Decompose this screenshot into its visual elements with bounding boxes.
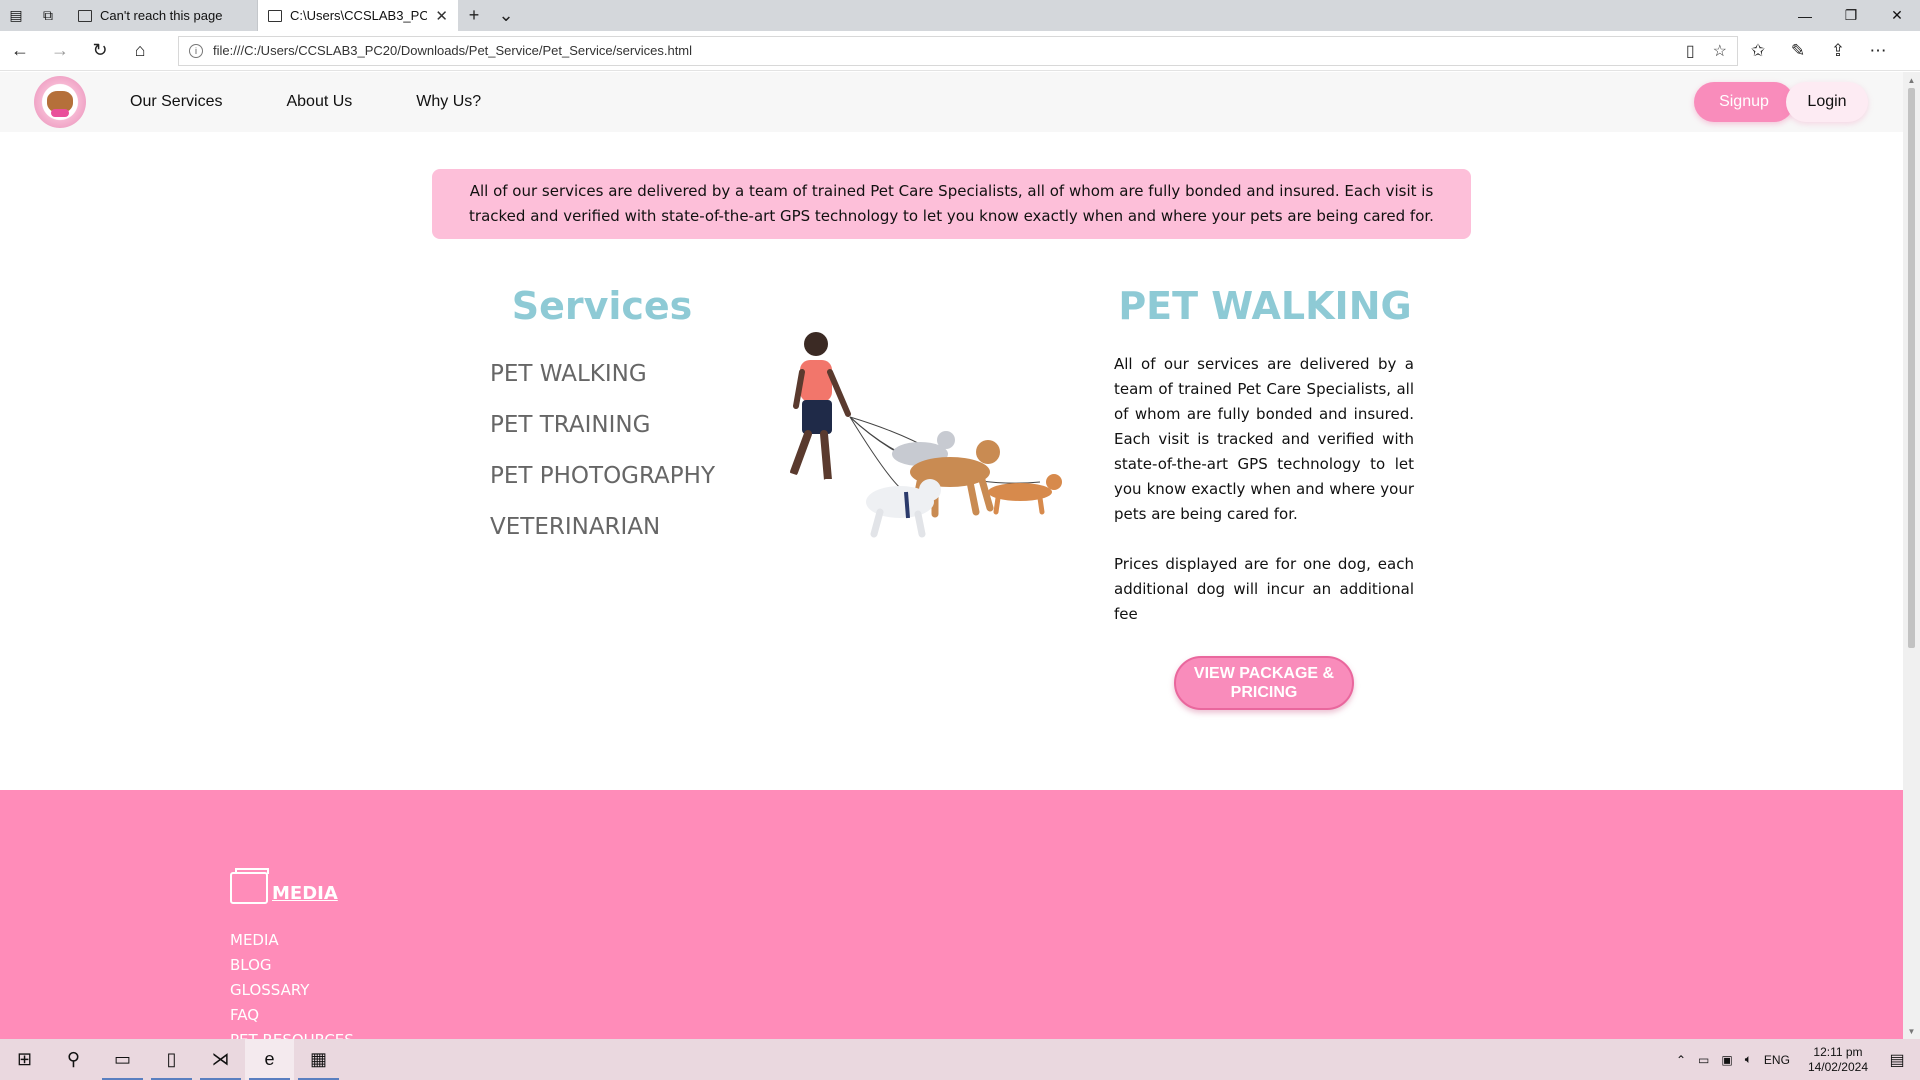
home-button[interactable]: ⌂ [120, 31, 160, 71]
favorite-star-icon[interactable]: ☆ [1713, 41, 1727, 61]
system-tray: ⌃ ▭ ▣ 🔈︎ ENG 12:11 pm 14/02/2024 ▤ [1676, 1039, 1920, 1080]
main-nav: Our Services About Us Why Us? [130, 72, 481, 132]
close-tab-icon[interactable]: ✕ [435, 7, 448, 25]
browser-tab-error[interactable]: Can't reach this page [68, 0, 258, 31]
tab-title: Can't reach this page [100, 8, 223, 23]
page-icon [78, 9, 92, 22]
tab-title: C:\Users\CCSLAB3_PC20 [290, 8, 428, 23]
services-heading: Services [511, 284, 693, 328]
set-tabs-aside-icon[interactable]: ⧉ [32, 0, 64, 31]
vscode-icon[interactable]: ⋊ [196, 1039, 245, 1080]
scroll-down-arrow-icon[interactable]: ▼ [1903, 1023, 1920, 1039]
window-controls: — ❐ ✕ [1782, 0, 1920, 31]
view-package-pricing-button[interactable]: VIEW PACKAGE & PRICING [1174, 656, 1354, 710]
restore-button[interactable]: ❐ [1828, 0, 1874, 31]
reading-view-icon[interactable]: ▯ [1686, 41, 1695, 61]
notification-center-icon[interactable]: ▤ [1880, 1039, 1914, 1080]
footer-link-media[interactable]: MEDIA [230, 928, 354, 953]
site-logo[interactable] [34, 76, 86, 128]
browser-tab-services[interactable]: C:\Users\CCSLAB3_PC20 ✕ [258, 0, 458, 31]
info-icon[interactable]: i [189, 43, 203, 58]
browser-tab-strip: ▤ ⧉ Can't reach this page C:\Users\CCSLA… [0, 0, 1920, 31]
service-list: PET WALKING PET TRAINING PET PHOTOGRAPHY… [490, 360, 715, 564]
service-detail-heading: PET WALKING [1118, 284, 1412, 328]
scrollbar-thumb[interactable] [1908, 88, 1915, 648]
show-hidden-icons-icon[interactable]: ⌃ [1676, 1053, 1686, 1067]
web-page: Our Services About Us Why Us? Signup Log… [0, 72, 1903, 1039]
footer-link-pet-resources[interactable]: PET RESOURCES [230, 1028, 354, 1039]
security-icon[interactable]: ▣ [1721, 1053, 1732, 1067]
favorites-icon[interactable]: ✩ [1738, 31, 1778, 71]
search-icon[interactable]: ⚲ [49, 1039, 98, 1080]
more-menu-icon[interactable]: ⋯ [1858, 31, 1898, 71]
footer-heading-text[interactable]: MEDIA [272, 883, 338, 904]
taskbar: ⊞ ⚲ ▭ ▯ ⋊ e ▦ ⌃ ▭ ▣ 🔈︎ ENG 12:11 pm 14/0… [0, 1039, 1920, 1080]
new-tab-button[interactable]: + [458, 0, 490, 31]
archive-app-icon[interactable]: ▦ [294, 1039, 343, 1080]
address-bar-row: ← → ↻ ⌂ i file:///C:/Users/CCSLAB3_PC20/… [0, 31, 1920, 71]
close-window-button[interactable]: ✕ [1874, 0, 1920, 31]
clock-time: 12:11 pm [1813, 1044, 1863, 1059]
clock-date: 14/02/2024 [1807, 1059, 1868, 1074]
scroll-up-arrow-icon[interactable]: ▲ [1903, 72, 1920, 88]
file-explorer-icon[interactable]: ▭ [98, 1039, 147, 1080]
clock[interactable]: 12:11 pm 14/02/2024 [1808, 1045, 1868, 1075]
nav-why-us[interactable]: Why Us? [416, 93, 481, 111]
page-icon [268, 9, 282, 22]
site-header: Our Services About Us Why Us? Signup Log… [0, 72, 1903, 132]
refresh-button[interactable]: ↻ [80, 31, 120, 71]
address-bar[interactable]: i file:///C:/Users/CCSLAB3_PC20/Download… [178, 35, 1738, 66]
service-description: All of our services are delivered by a t… [1114, 355, 1414, 523]
language-indicator[interactable]: ENG [1764, 1053, 1790, 1067]
volume-icon[interactable]: 🔈︎ [1745, 1052, 1752, 1067]
page-scrollbar[interactable]: ▲ ▼ [1903, 72, 1920, 1039]
login-button[interactable]: Login [1786, 82, 1868, 122]
tab-actions-icon[interactable]: ▤ [0, 0, 32, 31]
notes-pen-icon[interactable]: ✎ [1778, 31, 1818, 71]
back-button[interactable]: ← [0, 31, 40, 71]
dog-walker-illustration [781, 332, 1062, 538]
footer-link-blog[interactable]: BLOG [230, 953, 354, 978]
share-icon[interactable]: ⇪ [1818, 31, 1858, 71]
service-item-pet-training[interactable]: PET TRAINING [490, 411, 715, 462]
service-detail-text: All of our services are delivered by a t… [1114, 352, 1414, 627]
minimize-button[interactable]: — [1782, 0, 1828, 31]
tab-list-chevron-icon[interactable]: ⌄ [490, 0, 522, 31]
document-lock-icon[interactable]: ▯ [147, 1039, 196, 1080]
service-notice-banner: All of our services are delivered by a t… [432, 169, 1471, 239]
footer-link-glossary[interactable]: GLOSSARY [230, 978, 354, 1003]
service-item-pet-walking[interactable]: PET WALKING [490, 360, 715, 411]
dog-logo-icon [47, 91, 73, 117]
footer-link-faq[interactable]: FAQ [230, 1003, 354, 1028]
edge-browser-icon[interactable]: e [245, 1039, 294, 1080]
forward-button[interactable]: → [40, 31, 80, 71]
network-icon[interactable]: ▭ [1698, 1053, 1709, 1067]
nav-about-us[interactable]: About Us [286, 93, 352, 111]
footer-heading: MEDIA [230, 868, 338, 904]
windows-start-icon[interactable]: ⊞ [0, 1039, 49, 1080]
service-item-pet-photography[interactable]: PET PHOTOGRAPHY [490, 462, 715, 513]
signup-button[interactable]: Signup [1694, 82, 1794, 122]
footer-links: MEDIA BLOG GLOSSARY FAQ PET RESOURCES [230, 928, 354, 1039]
media-icon [230, 868, 269, 904]
nav-our-services[interactable]: Our Services [130, 93, 222, 111]
pricing-note: Prices displayed are for one dog, each a… [1114, 555, 1414, 623]
url-text[interactable]: file:///C:/Users/CCSLAB3_PC20/Downloads/… [213, 43, 1668, 58]
service-item-veterinarian[interactable]: VETERINARIAN [490, 513, 715, 564]
site-footer: MEDIA MEDIA BLOG GLOSSARY FAQ PET RESOUR… [0, 790, 1903, 1039]
